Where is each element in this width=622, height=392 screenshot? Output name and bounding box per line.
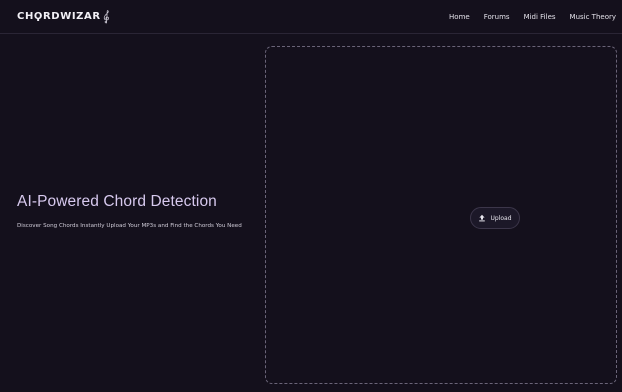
nav-links: Home Forums Midi Files Music Theory (435, 0, 616, 34)
logo-text: CHϘRDWIZAR (17, 11, 101, 22)
upload-dropzone[interactable]: Upload (265, 46, 617, 384)
nav-link-midi-files[interactable]: Midi Files (524, 13, 556, 21)
upload-arrow-icon (479, 214, 486, 222)
top-navbar: CHϘRDWIZAR Home Forums Midi Files Music … (0, 0, 622, 34)
hero-title: AI-Powered Chord Detection (17, 193, 217, 210)
upload-label: Upload (490, 214, 512, 222)
page: CHϘRDWIZAR Home Forums Midi Files Music … (0, 0, 622, 392)
nav-link-home[interactable]: Home (449, 13, 470, 21)
hero-section: AI-Powered Chord Detection Discover Song… (17, 193, 257, 229)
upload-button[interactable]: Upload (470, 207, 520, 229)
nav-link-forums[interactable]: Forums (484, 13, 510, 21)
treble-clef-icon (103, 9, 109, 23)
hero-subtitle: Discover Song Chords Instantly Upload Yo… (17, 223, 242, 229)
logo[interactable]: CHϘRDWIZAR (17, 0, 111, 34)
nav-link-music-theory[interactable]: Music Theory (570, 13, 616, 21)
